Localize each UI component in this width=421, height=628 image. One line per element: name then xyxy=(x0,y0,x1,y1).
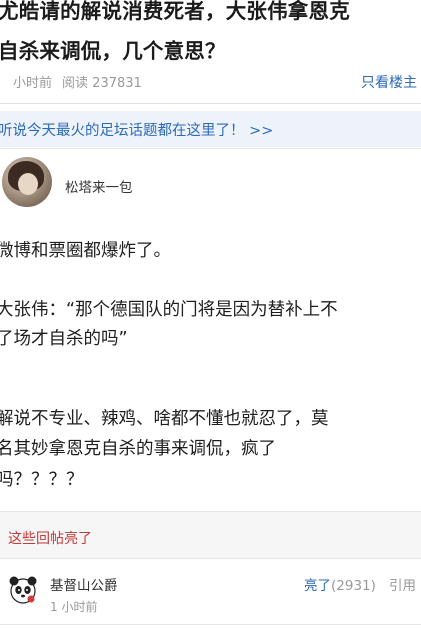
content-paragraph-3-line-3: 吗？？？？ xyxy=(0,470,84,490)
author-name[interactable]: 松塔来一包 xyxy=(65,176,133,196)
author-avatar[interactable] xyxy=(2,157,52,207)
like-label[interactable]: 亮了 xyxy=(304,578,331,594)
divider xyxy=(0,103,421,104)
panda-icon[interactable] xyxy=(8,575,38,605)
reply-user[interactable]: 基督山公爵 xyxy=(50,574,118,594)
like-count: (2931) xyxy=(331,578,376,594)
only-op-button[interactable]: 只看楼主 xyxy=(361,72,417,92)
like-button[interactable]: 亮了(2931) xyxy=(304,574,376,594)
quote-button[interactable]: 引用 xyxy=(389,574,416,594)
read-count: 237831 xyxy=(92,76,142,91)
divider xyxy=(0,558,421,559)
content-paragraph-3-line-2: 名其妙拿恩克自杀的事来调侃，疯了 xyxy=(0,439,276,459)
post-time: 小时前 xyxy=(13,76,53,91)
promo-banner[interactable]: 听说今天最火的足坛话题都在这里了！ >> xyxy=(0,111,421,147)
read-label: 阅读 xyxy=(62,76,89,91)
hot-replies-title: 这些回帖亮了 xyxy=(8,531,92,547)
content-paragraph-1: 微博和票圈都爆炸了。 xyxy=(0,241,171,261)
promo-link[interactable]: 听说今天最火的足坛话题都在这里了！ >> xyxy=(0,119,273,140)
content-paragraph-2-line-2: 了场才自杀的吗” xyxy=(0,329,128,349)
divider xyxy=(0,624,421,625)
post-title-line-1: 尤皓请的解说消费死者，大张伟拿恩克 xyxy=(0,0,350,23)
hot-replies-header: 这些回帖亮了 xyxy=(0,512,421,558)
post-title-line-2: 自杀来调侃，几个意思？ xyxy=(0,39,226,63)
reply-time: 1 小时前 xyxy=(50,600,98,614)
divider xyxy=(0,148,421,149)
content-paragraph-2-line-1: 大张伟：“那个德国队的门将是因为替补上不 xyxy=(0,300,338,320)
content-paragraph-3-line-1: 解说不专业、辣鸡、啥都不懂也就忍了，莫 xyxy=(0,409,329,429)
post-meta: 小时前 阅读 237831 xyxy=(13,72,142,91)
